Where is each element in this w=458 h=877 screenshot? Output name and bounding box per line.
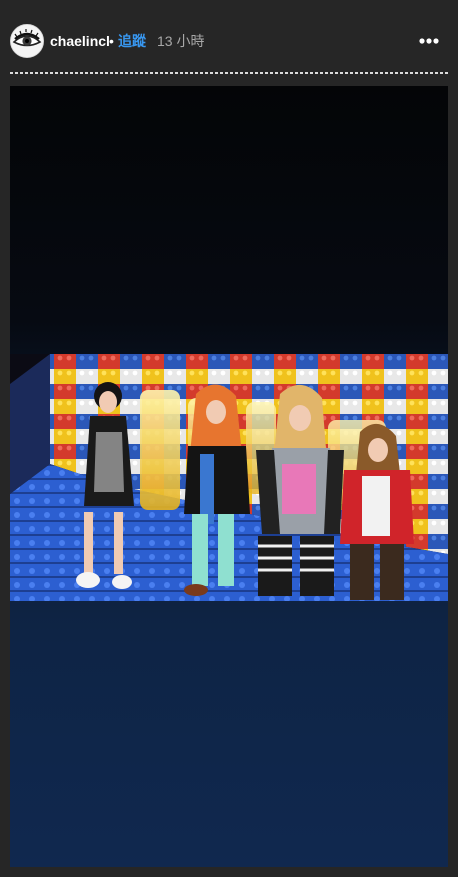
follow-button[interactable]: 追蹤: [118, 33, 146, 49]
story-content[interactable]: [10, 86, 448, 867]
more-options-button[interactable]: [414, 30, 444, 52]
more-horizontal-icon: [419, 38, 439, 44]
eye-icon: [11, 25, 43, 57]
timestamp: 13 小時: [157, 33, 205, 49]
separator-dot: •: [109, 33, 114, 49]
username[interactable]: chaelincl: [50, 33, 110, 49]
story-header: chaelincl • 追蹤 13 小時: [0, 0, 458, 72]
avatar[interactable]: [10, 24, 44, 58]
story-photo: [10, 354, 448, 601]
story-progress-bar: [10, 72, 448, 74]
story-viewer: chaelincl • 追蹤 13 小時: [0, 0, 458, 877]
group-photo-illustration: [10, 354, 448, 601]
